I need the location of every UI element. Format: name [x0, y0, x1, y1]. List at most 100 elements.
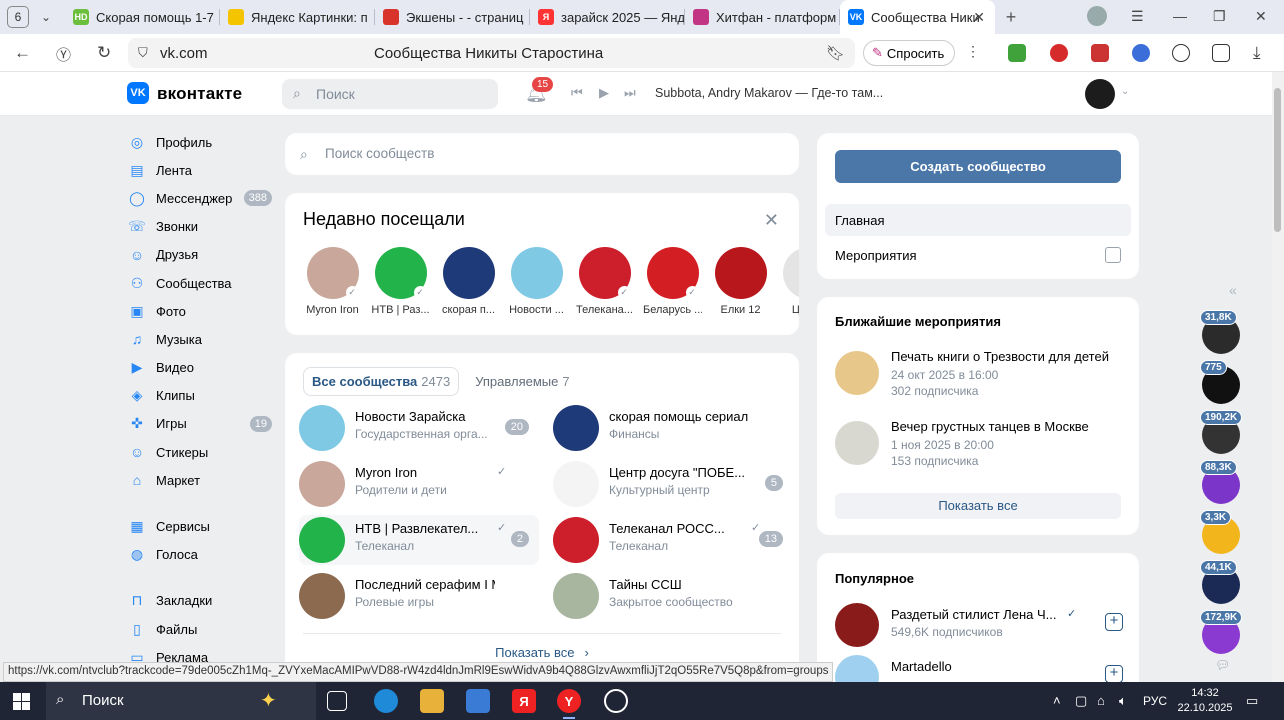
close-icon[interactable]: ✕ — [764, 210, 779, 231]
tab-all-communities[interactable]: Все сообщества 2473 — [303, 367, 460, 396]
new-tab-icon[interactable]: + — [1001, 7, 1021, 27]
yandex-home-icon[interactable]: Ⓨ — [56, 44, 71, 65]
recent-community[interactable]: ✓ НТВ | Раз... — [371, 247, 430, 316]
community-item[interactable]: Новости Зарайска Государственная орга... 2… — [299, 403, 539, 453]
create-community-button[interactable]: Создать сообщество — [835, 150, 1121, 183]
task-view-icon[interactable] — [327, 691, 347, 711]
prev-track-icon[interactable]: ⏮︎ — [571, 85, 583, 101]
play-icon[interactable]: ▶ — [599, 85, 609, 101]
recent-community[interactable]: Елки 12 — [711, 247, 770, 316]
sidebar-item[interactable]: ◎ Профиль — [128, 128, 278, 156]
sidebar-item[interactable]: ♫ Музыка — [128, 325, 278, 353]
url-box[interactable]: ⛉ vk.com Сообщества Никиты Старостина 🔖︎ — [128, 38, 855, 68]
popular-item[interactable]: Раздетый стилист Лена Ч... 549,6K подписч… — [835, 601, 1125, 651]
tab-count-button[interactable]: 6 — [7, 6, 29, 28]
recent-community[interactable]: ✓ Телекана... — [575, 247, 634, 316]
downloads-icon[interactable]: ⤓ — [1253, 43, 1261, 63]
translate-icon[interactable] — [1132, 44, 1150, 62]
sidebar-item[interactable]: ⊓ Закладки — [128, 587, 278, 615]
bookmark-icon[interactable]: 🔖︎ — [826, 44, 845, 62]
sidebar-item[interactable]: ▶ Видео — [128, 354, 278, 382]
close-tab-icon[interactable]: ✕ — [973, 9, 985, 26]
reload-icon[interactable]: ↻ — [97, 43, 111, 63]
recent-community[interactable]: ✓ Беларусь ... — [643, 247, 702, 316]
notifications-icon[interactable]: ▭ — [1246, 693, 1258, 709]
sidebar-item[interactable]: ◈ Клипы — [128, 382, 278, 410]
recent-community[interactable]: Цент... — [779, 247, 799, 316]
chevron-down-icon[interactable]: ⌄ — [1121, 86, 1129, 97]
sidebar-item[interactable]: ⚇ Сообщества — [128, 269, 278, 297]
clock[interactable]: 14:32 22.10.2025 — [1175, 686, 1235, 716]
community-item[interactable]: Myron Iron Родители и дети ✓ — [299, 459, 539, 509]
chat-avatar[interactable]: 31,8K — [1200, 310, 1240, 354]
scrollbar-thumb[interactable] — [1274, 88, 1281, 232]
community-item[interactable]: скорая помощь сериал Финансы — [553, 403, 793, 453]
nav-events[interactable]: Мероприятия — [835, 248, 917, 263]
sidebar-item[interactable]: ▯ Файлы — [128, 615, 278, 643]
download-extension-icon[interactable] — [1008, 44, 1026, 62]
file-explorer-icon[interactable] — [420, 689, 444, 713]
sidebar-item[interactable]: ✜ Игры 19 — [128, 410, 278, 438]
tray-app-icon[interactable]: ▢ — [1075, 693, 1087, 709]
network-icon[interactable]: ⌂ — [1097, 693, 1105, 708]
subscribe-plus-icon[interactable]: + — [1105, 665, 1123, 683]
sidebar-item[interactable]: ▣ Фото — [128, 297, 278, 325]
collapse-icon[interactable]: « — [1229, 282, 1237, 298]
tray-chevron-icon[interactable]: ˄ — [1053, 693, 1061, 708]
show-all-link[interactable]: Показать все › — [285, 645, 799, 660]
sidebar-item[interactable]: ☺ Стикеры — [128, 438, 278, 466]
recent-community[interactable]: скорая п... — [439, 247, 498, 316]
chat-icon[interactable]: 💬︎ — [1215, 658, 1230, 672]
recent-community[interactable]: Новости ... — [507, 247, 566, 316]
yandex-icon[interactable]: Я — [512, 689, 536, 713]
start-button[interactable] — [13, 693, 30, 710]
adblock-icon[interactable] — [1050, 44, 1068, 62]
community-item[interactable]: Телеканал РОСС... Телеканал ✓ 13 — [553, 515, 793, 565]
minimize-icon[interactable]: — — [1173, 8, 1187, 24]
browser-tab[interactable]: HD Скорая помощь 1-7 — [65, 0, 220, 34]
vk-brand[interactable]: вконтакте — [157, 84, 242, 104]
chat-avatar[interactable]: 3,3K — [1200, 510, 1240, 554]
close-window-icon[interactable]: ✕ — [1255, 8, 1267, 25]
vk-logo-icon[interactable]: VK — [127, 82, 149, 104]
nav-main[interactable]: Главная — [825, 204, 1131, 236]
tab-managed[interactable]: Управляемые 7 — [467, 368, 577, 395]
tab-list-chevron-icon[interactable]: ⌄ — [41, 10, 61, 24]
vk-search-input[interactable]: ⌕ Поиск — [282, 79, 498, 109]
recent-community[interactable]: ✓ Myron Iron — [303, 247, 362, 316]
language-indicator[interactable]: РУС — [1143, 694, 1167, 708]
yandex-browser-icon[interactable]: Y — [557, 689, 581, 719]
browser-tab[interactable]: Яндекс Картинки: п — [220, 0, 375, 34]
chat-avatar[interactable]: 88,3K — [1200, 460, 1240, 504]
volume-icon[interactable]: 🔈︎ — [1119, 693, 1127, 709]
chat-avatar[interactable]: 44,1K — [1200, 560, 1240, 604]
event-item[interactable]: Вечер грустных танцев в Москве 1 ноя 2025… — [835, 415, 1125, 471]
events-show-all-button[interactable]: Показать все — [835, 493, 1121, 519]
now-playing-track[interactable]: Subbota, Andry Makarov — Где-то там... — [655, 86, 883, 100]
sidebar-item[interactable]: ⌂ Маркет — [128, 466, 278, 494]
profile-avatar-icon[interactable] — [1087, 6, 1107, 26]
restore-icon[interactable]: ❐ — [1213, 8, 1226, 25]
back-icon[interactable]: ← — [14, 43, 31, 63]
browser-tab[interactable]: Язарайск 2025 — Янд — [530, 0, 685, 34]
sidebar-item[interactable]: ▦ Сервисы — [128, 512, 278, 540]
browser-tab[interactable]: Экшены - - страниц — [375, 0, 530, 34]
browser-tab[interactable]: Хитфан - платформ — [685, 0, 840, 34]
extension-icon[interactable] — [1091, 44, 1109, 62]
browser-tab[interactable]: VK Сообщества Ники ✕ — [840, 0, 995, 34]
community-item[interactable]: НТВ | Развлекател... Телеканал ✓ 2 — [299, 515, 539, 565]
more-icon[interactable]: ⋮ — [966, 43, 980, 60]
user-avatar[interactable] — [1085, 79, 1115, 109]
sidebar-item[interactable]: ▤ Лента — [128, 156, 278, 184]
subscribe-plus-icon[interactable]: + — [1105, 613, 1123, 631]
chat-avatar[interactable]: 775 — [1200, 360, 1240, 404]
chat-avatar[interactable]: 190,2K — [1200, 410, 1243, 454]
sidebar-item[interactable]: ☺ Друзья — [128, 241, 278, 269]
community-search-input[interactable]: ⌕ Поиск сообществ — [285, 133, 799, 175]
menu-icon[interactable]: ☰ — [1131, 8, 1144, 25]
sidebar-item[interactable]: ◯ Мессенджер 388 — [128, 184, 278, 212]
store-icon[interactable] — [466, 689, 490, 713]
next-track-icon[interactable]: ⏭︎ — [624, 85, 636, 101]
sidebar-item[interactable]: ☏ Звонки — [128, 213, 278, 241]
chat-avatar[interactable]: 172,9K — [1200, 610, 1243, 654]
